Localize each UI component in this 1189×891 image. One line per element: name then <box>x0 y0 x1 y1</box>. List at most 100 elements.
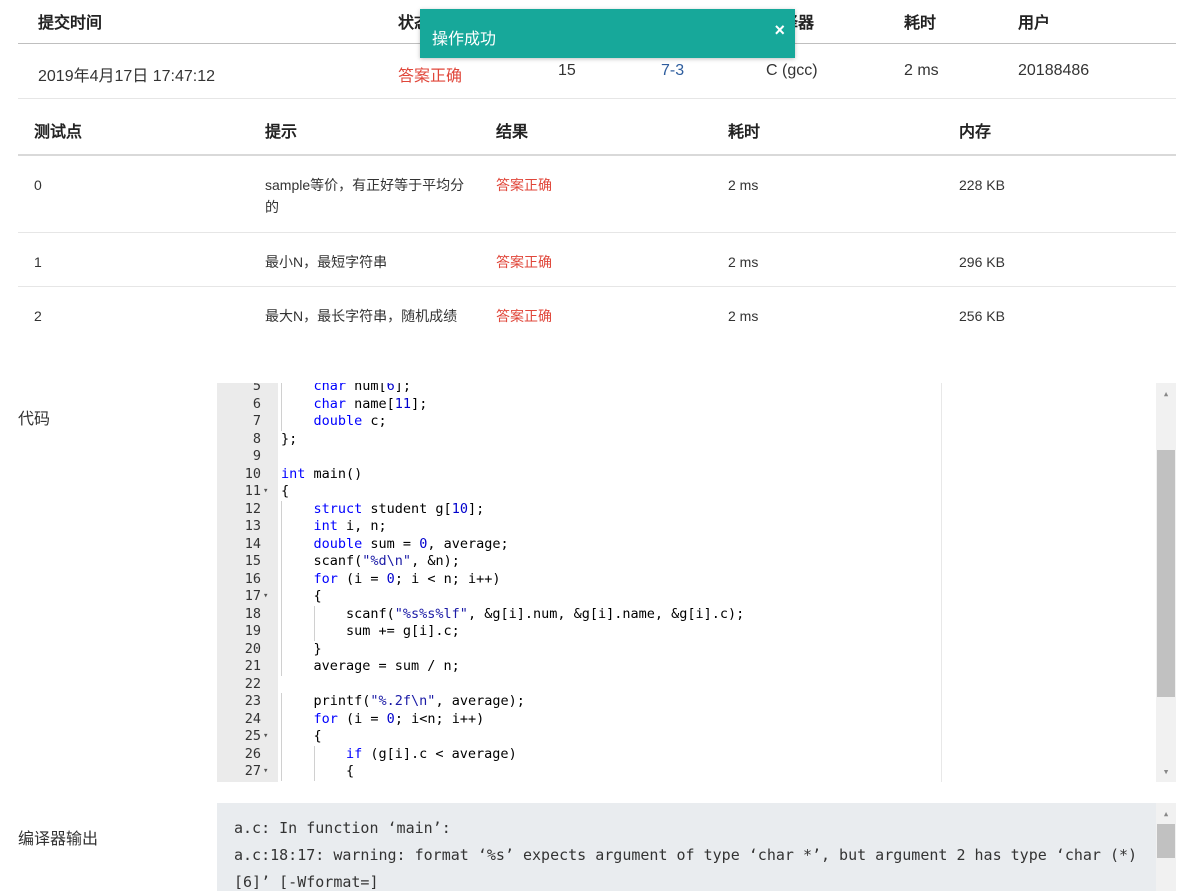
line-number: 26 <box>244 745 261 762</box>
submission-duration: 2 ms <box>904 62 939 79</box>
line-number: 18 <box>244 605 261 622</box>
fold-arrow-icon[interactable]: ▾ <box>263 763 268 781</box>
testcase-id: 1 <box>34 254 42 270</box>
code-editor[interactable]: 5 char num[6]; 6 char name[11]; 7 double c; 8}… <box>217 383 1176 782</box>
line-number: 17 <box>244 588 261 604</box>
line-number: 8 <box>252 430 261 447</box>
submission-user: 20188486 <box>1018 62 1090 79</box>
testcase-row: 1 最小N，最短字符串 答案正确 2 ms 296 KB <box>18 233 1176 287</box>
testcase-id: 2 <box>34 308 42 324</box>
line-number: 22 <box>244 675 261 692</box>
code-line: 22 <box>217 676 1156 694</box>
indent-guide <box>281 605 282 623</box>
code-line: 7 double c; <box>217 413 1156 431</box>
code-text: { <box>281 483 290 499</box>
indent-guide <box>281 623 282 641</box>
code-line: 20} <box>217 640 1156 658</box>
testcase-memory: 256 KB <box>959 308 1005 324</box>
line-number: 27 <box>244 763 261 779</box>
indent-guide <box>281 728 282 746</box>
fold-arrow-icon[interactable]: ▾ <box>263 728 268 746</box>
scroll-up-icon[interactable]: ▴ <box>1156 385 1176 402</box>
code-line: 14 double sum = 0, average; <box>217 535 1156 553</box>
code-text: average = sum / n; <box>313 658 460 674</box>
testcase-result: 答案正确 <box>496 177 552 193</box>
code-line: 18 scanf("%s%s%lf", &g[i].num, &g[i].name… <box>217 605 1156 623</box>
line-number: 23 <box>244 693 261 709</box>
header-user: 用户 <box>1018 15 1051 32</box>
line-number: 15 <box>244 553 261 569</box>
code-text: sum += g[i].c; <box>346 623 460 639</box>
scroll-down-icon[interactable]: ▾ <box>1156 763 1176 780</box>
code-text: if (g[i].c < average) <box>346 745 517 762</box>
testcase-result: 答案正确 <box>496 254 552 270</box>
code-scrollbar[interactable]: ▴ ▾ <box>1156 383 1176 782</box>
code-line: 23 printf("%.2f\n", average); <box>217 693 1156 711</box>
fold-arrow-icon[interactable]: ▾ <box>263 483 268 501</box>
line-number: 11 <box>244 483 261 499</box>
code-line: 8}; <box>217 431 1156 449</box>
scroll-up-icon[interactable]: ▴ <box>1156 805 1176 822</box>
indent-guide <box>313 763 315 781</box>
code-text: for (i = 0; i<n; i++) <box>313 710 485 727</box>
header-memory: 内存 <box>959 124 992 141</box>
code-line: 10 int main() <box>217 466 1156 484</box>
close-icon[interactable]: × <box>774 20 785 41</box>
code-line: 12 struct student g[10]; <box>217 500 1156 518</box>
line-number: 13 <box>244 518 261 534</box>
compiler-output-text: a.c: In function ‘main’: a.c:18:17: warn… <box>234 819 1138 891</box>
line-number: 20 <box>244 640 261 657</box>
testcase-table: 测试点 提示 结果 耗时 内存 0 sample等价，有正好等于平均分的 答案正… <box>18 99 1176 367</box>
code-text: scanf("%s%s%lf", &g[i].num, &g[i].name, … <box>346 605 745 622</box>
indent-guide <box>281 570 282 588</box>
testcase-time: 2 ms <box>728 308 759 324</box>
indent-guide <box>281 640 282 658</box>
problem-link[interactable]: 7-3 <box>661 62 684 80</box>
code-text: { <box>313 588 322 604</box>
submission-status: 答案正确 <box>398 68 463 85</box>
code-line: 19 sum += g[i].c; <box>217 623 1156 641</box>
testcase-time: 2 ms <box>728 254 759 270</box>
code-text: scanf("%d\n", &n); <box>313 553 460 569</box>
code-line: 11 ▾ { <box>217 483 1156 501</box>
submission-score: 15 <box>558 62 576 79</box>
fold-arrow-icon[interactable]: ▾ <box>263 588 268 606</box>
line-number: 7 <box>252 413 261 429</box>
indent-guide <box>313 605 315 623</box>
indent-guide <box>313 745 315 763</box>
code-line: 24 for (i = 0; i<n; i++) <box>217 710 1156 728</box>
indent-guide <box>281 413 282 431</box>
compiler-output-label: 编译器输出 <box>18 831 99 848</box>
line-number: 12 <box>244 500 261 517</box>
testcase-hint: 最小N，最短字符串 <box>265 254 388 270</box>
testcase-id: 0 <box>34 177 42 193</box>
line-number: 6 <box>252 395 261 412</box>
toast-message: 操作成功 <box>432 31 497 48</box>
line-number: 24 <box>244 710 261 727</box>
code-line: 5 char num[6]; <box>217 383 1156 396</box>
line-number: 9 <box>252 448 261 464</box>
code-text: double c; <box>313 413 387 429</box>
header-hint: 提示 <box>265 124 298 141</box>
code-line: 9 <box>217 448 1156 466</box>
header-submit-time: 提交时间 <box>38 15 103 32</box>
indent-guide <box>281 745 282 763</box>
indent-guide <box>281 658 282 676</box>
scrollbar-thumb[interactable] <box>1157 824 1175 858</box>
indent-guide <box>281 763 282 781</box>
code-line: 21 average = sum / n; <box>217 658 1156 676</box>
compiler-output-box[interactable]: a.c: In function ‘main’: a.c:18:17: warn… <box>217 803 1176 891</box>
scrollbar-thumb[interactable] <box>1157 450 1175 697</box>
testcase-hint: sample等价，有正好等于平均分的 <box>265 177 465 215</box>
indent-guide <box>313 623 315 641</box>
line-number: 21 <box>244 658 261 674</box>
code-line: 6 char name[11]; <box>217 395 1156 413</box>
code-line: 26 if (g[i].c < average) <box>217 745 1156 763</box>
testcase-result: 答案正确 <box>496 308 552 324</box>
indent-guide <box>281 395 282 413</box>
code-text: int main() <box>281 465 363 482</box>
testcase-hint: 最大N，最长字符串，随机成绩 <box>265 308 458 324</box>
code-line: 13 int i, n; <box>217 518 1156 536</box>
compiler-scrollbar[interactable]: ▴ <box>1156 803 1176 891</box>
indent-guide <box>281 693 282 711</box>
